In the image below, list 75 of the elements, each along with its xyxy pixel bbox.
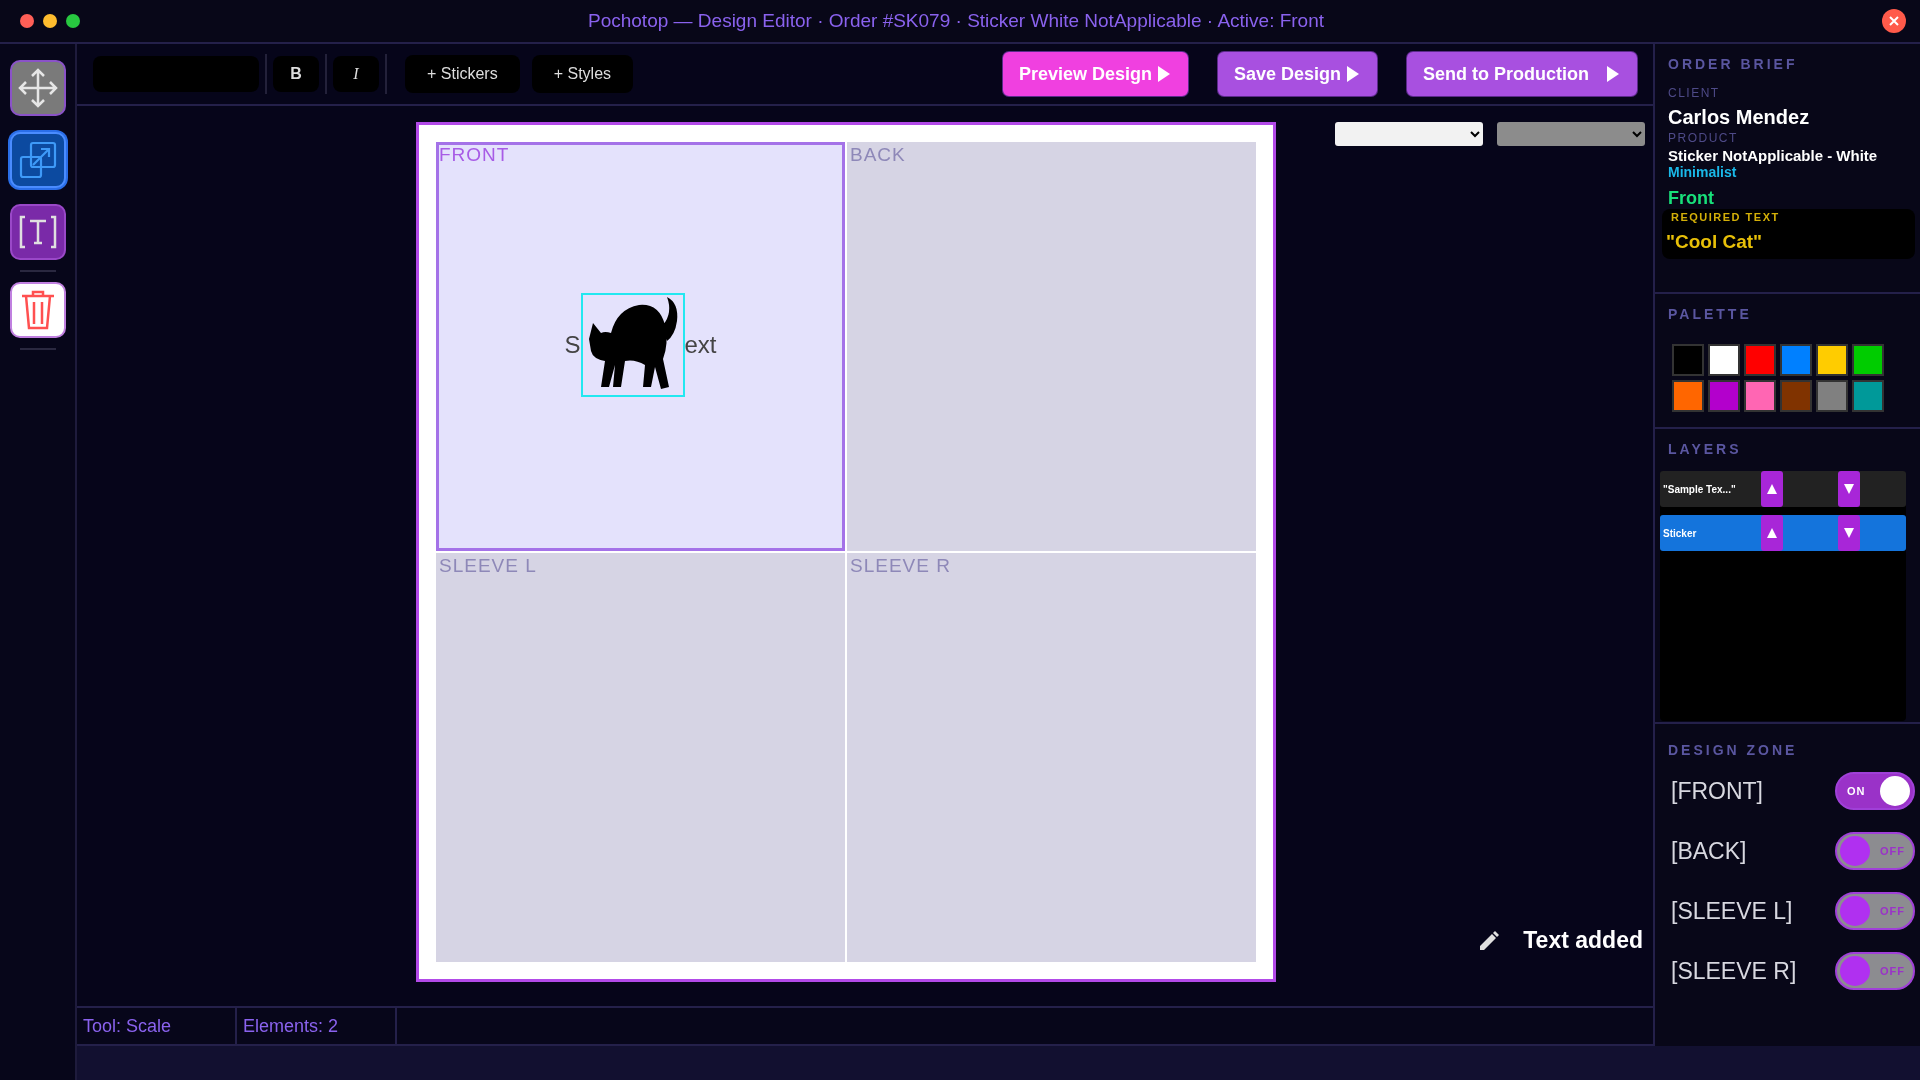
section-heading: ORDER BRIEF: [1668, 56, 1798, 72]
required-text: "Cool Cat": [1666, 231, 1763, 253]
color-swatch[interactable]: [1852, 380, 1884, 412]
zone-name: Front: [1668, 188, 1714, 209]
zone-label: BACK: [850, 145, 906, 164]
add-button[interactable]: + Stickers: [405, 55, 520, 93]
layer-row[interactable]: Sticker: [1660, 515, 1906, 551]
zone-name: [SLEEVE R]: [1671, 957, 1797, 985]
status-text: Tool: Scale: [77, 1008, 237, 1044]
zone-label: SLEEVE R: [850, 556, 951, 575]
save-button[interactable]: Save Design: [1217, 52, 1377, 96]
move-down-button[interactable]: [1838, 515, 1860, 551]
design-zone[interactable]: FRONT S ext: [436, 142, 845, 551]
move-icon: [16, 67, 59, 109]
send-button[interactable]: Send to Production: [1407, 52, 1637, 96]
zone-label: FRONT: [439, 145, 510, 164]
down-arrow-icon: [1844, 484, 1854, 494]
client-name: Carlos Mendez: [1668, 106, 1810, 129]
zone-name: [FRONT]: [1671, 777, 1763, 805]
zone-name: [SLEEVE L]: [1671, 897, 1793, 925]
zone-toggle[interactable]: ON: [1835, 772, 1915, 810]
color-swatch[interactable]: [1852, 344, 1884, 376]
color-swatch[interactable]: [1672, 380, 1704, 412]
play-icon: [1347, 66, 1359, 82]
down-arrow-icon: [1844, 528, 1854, 538]
play-icon: [1157, 66, 1170, 82]
add-button[interactable]: + Styles: [531, 55, 634, 93]
color-swatch[interactable]: [1780, 344, 1812, 376]
style-name: Minimalist: [1668, 164, 1737, 180]
bold-button[interactable]: B: [273, 56, 319, 92]
color-swatch[interactable]: [1708, 344, 1740, 376]
product-name: Sticker NotApplicable - White: [1668, 147, 1879, 164]
cat-sticker-icon[interactable]: [580, 293, 685, 397]
up-arrow-icon: [1767, 528, 1777, 538]
close-icon: [1889, 16, 1899, 26]
close-window-button[interactable]: [20, 14, 34, 28]
preview-button[interactable]: Preview Design: [1002, 52, 1188, 96]
layer-name: "Sample Tex...": [1662, 483, 1737, 495]
zone-name: [BACK]: [1671, 837, 1747, 865]
italic-button[interactable]: I: [333, 56, 379, 92]
field-label: CLIENT: [1668, 86, 1720, 100]
play-icon: [1607, 66, 1619, 82]
field-label: PRODUCT: [1668, 131, 1738, 145]
close-button[interactable]: [1882, 9, 1906, 33]
section-heading: LAYERS: [1668, 441, 1742, 457]
maximize-window-button[interactable]: [66, 14, 80, 28]
section-heading: PALETTE: [1668, 306, 1752, 322]
status-text: Elements: 2: [237, 1008, 397, 1044]
layer-name: Sticker: [1662, 527, 1698, 539]
window-title: Pochotop — Design Editor · Order #SK079 · Sticker White NotApplicable · Active: Front: [588, 10, 1326, 32]
move-up-button[interactable]: [1761, 515, 1783, 551]
text-tool-button[interactable]: [9, 204, 66, 260]
move-tool-button[interactable]: [9, 60, 66, 116]
up-arrow-icon: [1767, 484, 1777, 494]
move-down-button[interactable]: [1838, 471, 1860, 507]
color-swatch[interactable]: [1780, 380, 1812, 412]
color-swatch[interactable]: [1816, 344, 1848, 376]
canvas-text[interactable]: ext: [684, 331, 717, 359]
pencil-icon: [1477, 928, 1502, 953]
layer-row[interactable]: "Sample Tex...": [1660, 471, 1906, 507]
field-label: REQUIRED TEXT: [1671, 211, 1780, 223]
font-field[interactable]: [93, 56, 259, 92]
toast-message: Text added: [1523, 927, 1643, 954]
minimize-window-button[interactable]: [43, 14, 57, 28]
canvas-text[interactable]: S: [564, 331, 581, 359]
section-heading: DESIGN ZONE: [1668, 742, 1798, 758]
color-swatch[interactable]: [1744, 344, 1776, 376]
delete-tool-button[interactable]: [9, 282, 66, 338]
color-swatch[interactable]: [1744, 380, 1776, 412]
color-swatch[interactable]: [1816, 380, 1848, 412]
move-up-button[interactable]: [1761, 471, 1783, 507]
color-swatch[interactable]: [1708, 380, 1740, 412]
zone-label: SLEEVE L: [439, 556, 537, 575]
scale-tool-button[interactable]: [9, 132, 66, 188]
color-swatch[interactable]: [1672, 344, 1704, 376]
